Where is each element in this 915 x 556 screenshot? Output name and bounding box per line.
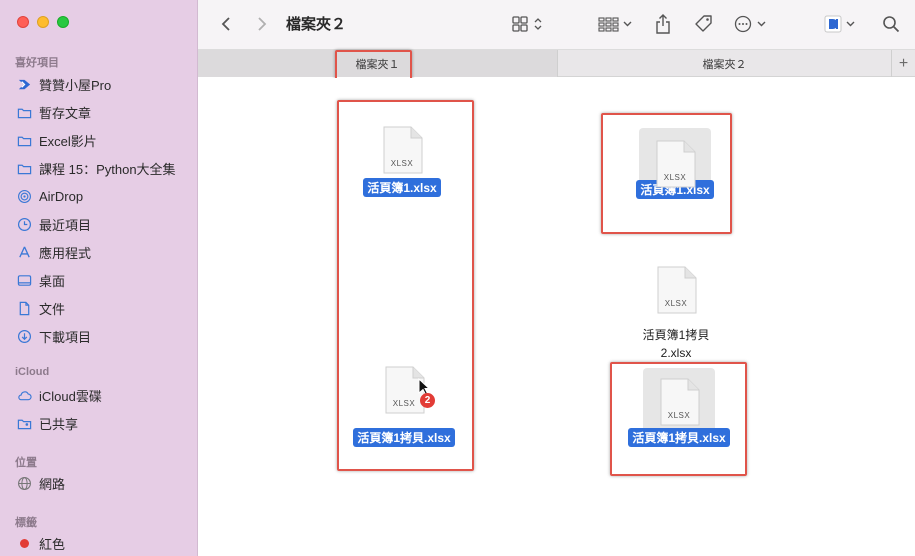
- zoom-window-button[interactable]: [57, 16, 69, 28]
- new-tab-button[interactable]: +: [891, 50, 915, 77]
- sidebar-item-label: Excel影片: [39, 133, 97, 149]
- sidebar-item-network[interactable]: 網路: [16, 472, 191, 494]
- sidebar-item-label: 文件: [39, 301, 66, 317]
- sidebar-item-icloud-drive[interactable]: iCloud雲碟: [16, 384, 191, 406]
- search-icon: [883, 16, 900, 33]
- tag-button[interactable]: [692, 12, 716, 36]
- sidebar-item-label: 已共享: [39, 416, 79, 432]
- tab-label: 檔案夾２: [702, 58, 747, 71]
- sidebar-item-label: 下載項目: [39, 329, 92, 345]
- forward-button[interactable]: [252, 12, 272, 36]
- sidebar-item-documents[interactable]: 文件: [16, 297, 191, 319]
- locations-section-title: 位置: [15, 457, 37, 469]
- group-grid-icon: [598, 17, 632, 32]
- sidebar-item-label: 暫存文章: [39, 105, 92, 121]
- file-browser-content: [198, 78, 915, 556]
- file-name-line1: 活頁簿1拷貝: [642, 328, 710, 342]
- folder-icon: [16, 104, 32, 120]
- tab-bar: 檔案夾１ 檔案夾２ +: [198, 50, 915, 77]
- xlsx-file-icon: XLSX: [647, 266, 705, 314]
- document-icon: [16, 300, 32, 316]
- file-item[interactable]: XLSX 活頁簿1拷貝 2.xlsx: [626, 266, 726, 362]
- sidebar-tag-red[interactable]: 紅色: [16, 532, 191, 554]
- share-icon: [656, 14, 670, 34]
- file-extension-label: XLSX: [664, 299, 688, 308]
- file-name-line2: 2.xlsx: [660, 346, 692, 360]
- sidebar-item-excel-videos[interactable]: Excel影片: [16, 129, 191, 151]
- view-mode-button[interactable]: [508, 12, 548, 36]
- window-controls: [17, 16, 69, 28]
- ellipsis-circle-icon: [734, 15, 766, 33]
- right-bottom-highlight-box: [610, 362, 747, 476]
- airdrop-icon: [16, 188, 32, 204]
- shared-folder-icon: [16, 415, 32, 431]
- icloud-section-title: iCloud: [15, 366, 50, 378]
- applications-icon: [16, 244, 32, 260]
- folder-icon: [16, 132, 32, 148]
- window-title: 檔案夾２: [286, 16, 347, 33]
- chevron-right-icon: [258, 17, 267, 31]
- app-icon: [16, 76, 32, 92]
- download-icon: [16, 328, 32, 344]
- sidebar-item-label: 最近項目: [39, 217, 92, 233]
- desktop-icon: [16, 272, 32, 288]
- grid-view-icon: [512, 16, 542, 32]
- sidebar-item-label: 桌面: [39, 273, 66, 289]
- back-button[interactable]: [216, 12, 236, 36]
- chevron-left-icon: [221, 17, 230, 31]
- sidebar-item-shared[interactable]: 已共享: [16, 412, 191, 434]
- sidebar-item-label: 紅色: [39, 536, 66, 552]
- share-button[interactable]: [652, 12, 674, 36]
- group-button[interactable]: [596, 12, 636, 36]
- sidebar-item-label: iCloud雲碟: [39, 388, 102, 404]
- sidebar-item-python-course[interactable]: 課程 15：Python大全集: [16, 157, 191, 179]
- plus-icon: +: [898, 54, 909, 72]
- toolbar: 檔案夾２: [198, 0, 915, 50]
- sidebar-item-recents[interactable]: 最近項目: [16, 213, 191, 235]
- app-logo-icon: [824, 15, 855, 33]
- minimize-window-button[interactable]: [37, 16, 49, 28]
- sidebar-item-label: 課程 15：Python大全集: [39, 161, 176, 177]
- cloud-icon: [16, 387, 32, 403]
- sidebar-item-label: AirDrop: [39, 188, 84, 204]
- sidebar-item-desktop[interactable]: 桌面: [16, 269, 191, 291]
- search-button[interactable]: [880, 12, 902, 36]
- folder-icon: [16, 160, 32, 176]
- app-extension-button[interactable]: [820, 12, 860, 36]
- sidebar-item-airdrop[interactable]: AirDrop: [16, 185, 191, 207]
- sidebar-item-label: 網路: [39, 476, 66, 492]
- network-icon: [16, 475, 32, 491]
- red-tag-icon: [16, 535, 32, 551]
- sidebar-item-applications[interactable]: 應用程式: [16, 241, 191, 263]
- sidebar-item-downloads[interactable]: 下載項目: [16, 325, 191, 347]
- tab-folder-2[interactable]: 檔案夾２: [558, 50, 891, 77]
- left-files-highlight-box: [337, 100, 474, 471]
- close-window-button[interactable]: [17, 16, 29, 28]
- tags-section-title: 標籤: [15, 517, 37, 529]
- sidebar-item-label: 贊贊小屋Pro: [39, 77, 112, 93]
- favorites-section-title: 喜好項目: [15, 57, 59, 69]
- sidebar-item-drafts[interactable]: 暫存文章: [16, 101, 191, 123]
- clock-icon: [16, 216, 32, 232]
- sidebar-item-label: 應用程式: [39, 245, 92, 261]
- more-actions-button[interactable]: [732, 12, 772, 36]
- sidebar-item-pro[interactable]: 贊贊小屋Pro: [16, 73, 191, 95]
- sidebar: 喜好項目 贊贊小屋Pro 暫存文章 Excel影片 課程 15：Python大全…: [0, 0, 198, 556]
- tag-icon: [695, 15, 712, 32]
- right-top-highlight-box: [601, 113, 732, 234]
